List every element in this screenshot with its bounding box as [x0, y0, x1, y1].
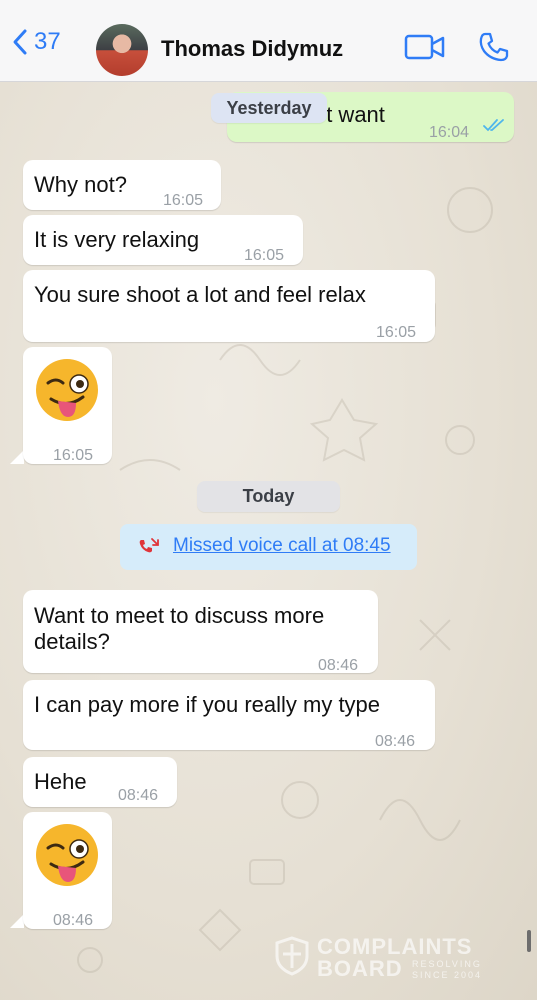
phone-icon[interactable] — [478, 31, 510, 63]
message-bubble-incoming[interactable]: I can pay more if you really my type 08:… — [23, 680, 435, 750]
message-time: 16:05 — [244, 247, 285, 264]
message-bubble-incoming[interactable]: You sure shoot a lot and feel relax 16:0… — [23, 270, 435, 342]
watermark-tagline1: RESOLVING — [412, 959, 482, 969]
contact-avatar[interactable] — [96, 24, 148, 76]
unread-count: 37 — [34, 28, 61, 55]
message-time: 16:04 — [429, 124, 470, 141]
date-separator-today: Today — [197, 481, 340, 512]
bubble-tail — [10, 914, 24, 928]
message-bubble-emoji[interactable]: 16:05 — [23, 347, 112, 464]
watermark-line2: BOARD — [317, 956, 403, 981]
message-text: It is very relaxing — [34, 227, 200, 252]
missed-call-label[interactable]: Missed voice call at 08:45 — [173, 535, 391, 557]
scroll-indicator[interactable] — [527, 930, 531, 952]
watermark-logo: COMPLAINTS BOARD RESOLVING SINCE 2004 — [275, 934, 495, 984]
message-bubble-incoming[interactable]: Want to meet to discuss more details? 08… — [23, 590, 378, 674]
message-time: 16:05 — [53, 447, 94, 464]
chevron-left-icon — [13, 29, 27, 55]
message-bubble-incoming[interactable]: Hehe 08:46 — [23, 757, 177, 807]
back-button[interactable]: 37 — [10, 28, 61, 56]
message-time: 16:05 — [376, 324, 417, 341]
date-separator-yesterday: Yesterday — [211, 93, 327, 123]
message-text: You sure shoot a lot and feel relax — [34, 282, 366, 307]
message-text: I can pay more if you really my type — [34, 692, 381, 717]
read-ticks-icon — [483, 119, 504, 132]
video-camera-icon[interactable] — [404, 32, 446, 62]
winking-face-with-tongue-icon — [36, 824, 98, 886]
bubble-tail — [10, 450, 24, 464]
message-text: Why not? — [34, 172, 127, 197]
message-time: 08:46 — [318, 657, 359, 674]
missed-call-notice[interactable]: Missed voice call at 08:45 — [120, 524, 417, 570]
watermark-tagline2: SINCE 2004 — [412, 970, 483, 980]
message-text-line: Want to meet to discuss more — [34, 603, 325, 628]
message-bubble-incoming[interactable]: Why not? 16:05 — [23, 160, 221, 210]
message-text: 't want — [322, 102, 385, 127]
message-time: 08:46 — [118, 787, 159, 804]
message-text-line: details? — [34, 629, 110, 654]
chat-header: 37 Thomas Didymuz — [0, 0, 537, 82]
message-text: Hehe — [34, 769, 87, 794]
message-bubble-incoming[interactable]: It is very relaxing 16:05 — [23, 215, 303, 265]
contact-name[interactable]: Thomas Didymuz — [161, 36, 343, 62]
missed-call-icon — [139, 538, 159, 553]
shield-icon — [275, 936, 309, 976]
message-time: 08:46 — [375, 733, 416, 750]
message-time: 08:46 — [53, 912, 94, 929]
message-bubble-emoji[interactable]: 08:46 — [23, 812, 112, 929]
winking-face-with-tongue-icon — [36, 359, 98, 421]
message-time: 16:05 — [163, 192, 204, 209]
